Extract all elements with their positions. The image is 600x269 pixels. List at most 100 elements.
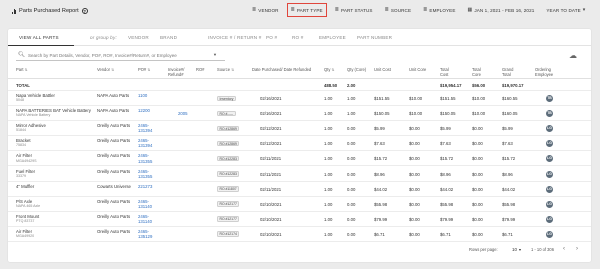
- filter-vendor[interactable]: ≣ VENDOR: [252, 7, 279, 13]
- row-total-core: $0.00: [472, 171, 483, 177]
- row-grand-total: $160.05: [502, 111, 518, 117]
- table-row[interactable]: Air Filter MGA49920 Oreilly Auto Parts 2465…: [8, 227, 591, 242]
- col-unit-core[interactable]: Unit Core: [409, 67, 427, 73]
- chevron-down-icon[interactable]: ▼: [213, 52, 217, 57]
- filter-icon: ≣: [290, 7, 295, 13]
- col-grand-total[interactable]: Grand Total: [502, 67, 520, 77]
- sort-icon: ⇅: [147, 68, 151, 72]
- row-po[interactable]: 12200: [138, 108, 158, 113]
- row-po[interactable]: 2465-131394: [138, 123, 158, 133]
- row-unit-cost: $55.98: [374, 201, 388, 207]
- tab-bar: VIEW ALL PARTS or group by: VENDOR BRAND I…: [8, 29, 591, 46]
- search-input[interactable]: [27, 52, 218, 58]
- source-chip[interactable]: RO #12283: [217, 155, 240, 162]
- row-po[interactable]: 2465-131394: [138, 138, 158, 148]
- search-box: 🔍︎ ▼: [16, 50, 225, 61]
- row-qty-core: 0.00: [347, 156, 356, 162]
- tab-view-all-parts[interactable]: VIEW ALL PARTS: [19, 35, 59, 40]
- part-number: MGA49429S: [16, 158, 37, 163]
- row-grand-total: $6.71: [502, 231, 513, 237]
- next-page-icon[interactable]: ›: [576, 246, 578, 252]
- row-total-cost: $79.99: [440, 216, 454, 222]
- col-qty[interactable]: Qty ⇅: [324, 67, 335, 73]
- row-po[interactable]: 221273: [138, 184, 158, 189]
- row-po[interactable]: 2465-131355: [138, 153, 158, 163]
- source-chip[interactable]: RO #12869: [217, 125, 240, 132]
- cloud-download-icon[interactable]: ☁: [569, 51, 577, 60]
- source-chip[interactable]: RO #12283: [217, 171, 240, 177]
- row-invoice[interactable]: 2005: [178, 111, 188, 116]
- table-row[interactable]: Mirror Adhesive 51844 Oreilly Auto Parts 24…: [8, 121, 591, 137]
- tab-employee[interactable]: EMPLOYEE: [319, 35, 346, 40]
- col-ro[interactable]: RO#: [196, 67, 204, 73]
- total-label: TOTAL: [16, 83, 30, 88]
- sort-icon: ⇅: [331, 68, 335, 72]
- col-source[interactable]: Source ⇅: [217, 67, 234, 73]
- table-row[interactable]: Air Filter MGA49429S Oreilly Auto Parts 246…: [8, 151, 591, 167]
- calendar-icon: ▦: [467, 7, 473, 13]
- table-row[interactable]: Bracket 75834 Oreilly Auto Parts 2465-13139…: [8, 136, 591, 152]
- source-chip[interactable]: RO #12177: [217, 216, 240, 222]
- table-row[interactable]: Napa Vehicle Battler 5048 NAPA Auto Parts 1…: [8, 91, 591, 107]
- table-row[interactable]: P/S Axle NAPA 465 Axle Oreilly Auto Parts 2…: [8, 197, 591, 212]
- table-row[interactable]: Front Mount PTQ 83737 Oreilly Auto Parts 24…: [8, 212, 591, 227]
- row-vendor: Oreilly Auto Parts: [97, 138, 131, 144]
- filter-part-type[interactable]: ≣ PART TYPE: [286, 3, 327, 17]
- filter-label: JAN 1, 2021 - FEB 16, 2021: [474, 7, 535, 13]
- row-grand-total: $44.02: [502, 186, 516, 192]
- row-po[interactable]: 1100: [138, 93, 158, 98]
- row-total-cost: $55.98: [440, 201, 454, 207]
- tab-po[interactable]: PO #: [266, 35, 277, 40]
- col-invoice[interactable]: Invoice#/ Refund#: [168, 67, 196, 77]
- table-row[interactable]: Fuel Filter 33379 Oreilly Auto Parts 2465-1…: [8, 167, 591, 182]
- row-po[interactable]: 2465-131355: [138, 169, 158, 179]
- col-total-core[interactable]: Total Core: [472, 67, 490, 77]
- col-unit-cost[interactable]: Unit Cost: [374, 67, 392, 73]
- help-icon[interactable]: ?: [81, 8, 88, 14]
- avatar: LG: [546, 170, 553, 178]
- filter-label: SOURCE: [390, 7, 412, 13]
- filter-icon: ≣: [252, 7, 257, 13]
- source-chip[interactable]: RO #12174: [217, 231, 240, 237]
- filter-part-status[interactable]: ≣ PART STATUS: [335, 7, 373, 13]
- part-name: 4" Muffler: [16, 183, 35, 189]
- col-ordering-employee[interactable]: Ordering Employee: [535, 67, 565, 77]
- col-date[interactable]: Date Purchased/ Date Refunded: [252, 67, 312, 73]
- filter-year-to-date[interactable]: YEAR TO DATE ▾: [546, 7, 585, 13]
- source-chip[interactable]: RO #12869: [217, 140, 240, 147]
- row-date: 02/16/2021: [260, 111, 282, 117]
- row-grand-total: $15.72: [502, 156, 516, 162]
- col-vendor[interactable]: Vendor ⇅: [97, 67, 114, 73]
- col-qty-core[interactable]: Qty (Core): [347, 67, 367, 73]
- row-total-cost: $150.05: [440, 111, 456, 117]
- row-qty: 1.00: [324, 126, 333, 132]
- tab-vendor[interactable]: VENDOR: [128, 35, 149, 40]
- row-unit-cost: $6.71: [374, 231, 385, 237]
- prev-page-icon[interactable]: ‹: [563, 246, 565, 252]
- row-po[interactable]: 2465-131140: [138, 214, 158, 224]
- col-po[interactable]: PO# ⇅: [138, 67, 151, 73]
- row-total-core: $0.00: [472, 216, 483, 222]
- table-row[interactable]: NAPA BATTERIES BAT Vehicle Battery NAPA V…: [8, 106, 591, 122]
- col-total-cost[interactable]: Total Cost: [440, 67, 458, 77]
- table-row[interactable]: 4" Muffler Cowarts Universe 221273 02/11/20…: [8, 182, 591, 197]
- col-part[interactable]: Part ⇅: [16, 67, 28, 73]
- filter-employee[interactable]: ≣ EMPLOYEE: [423, 7, 455, 13]
- tab-brand[interactable]: BRAND: [160, 35, 177, 40]
- tab-part-number[interactable]: PART NUMBER: [357, 35, 392, 40]
- source-chip[interactable]: RO #11807: [217, 186, 240, 192]
- row-part: Fuel Filter 33379: [16, 169, 94, 178]
- tab-invoice-return[interactable]: INVOICE # / RETURN #: [208, 35, 262, 40]
- source-chip[interactable]: Inventory: [217, 95, 236, 101]
- rows-per-page-select[interactable]: 10 ▼: [512, 247, 522, 252]
- source-chip[interactable]: RO #12177: [217, 201, 240, 207]
- row-po[interactable]: 2465-131140: [138, 199, 158, 209]
- row-grand-total: $5.99: [502, 126, 513, 132]
- tab-ro[interactable]: RO #: [292, 35, 304, 40]
- source-chip[interactable]: RO #-----: [217, 110, 236, 117]
- row-part: Front Mount PTQ 83737: [16, 214, 94, 223]
- filter-jan-1-2021-feb-16-2021[interactable]: ▦ JAN 1, 2021 - FEB 16, 2021: [468, 7, 535, 13]
- row-qty-core: 0.00: [347, 126, 356, 132]
- filter-source[interactable]: ≣ SOURCE: [385, 7, 412, 13]
- row-po[interactable]: 2465-135129: [138, 229, 158, 239]
